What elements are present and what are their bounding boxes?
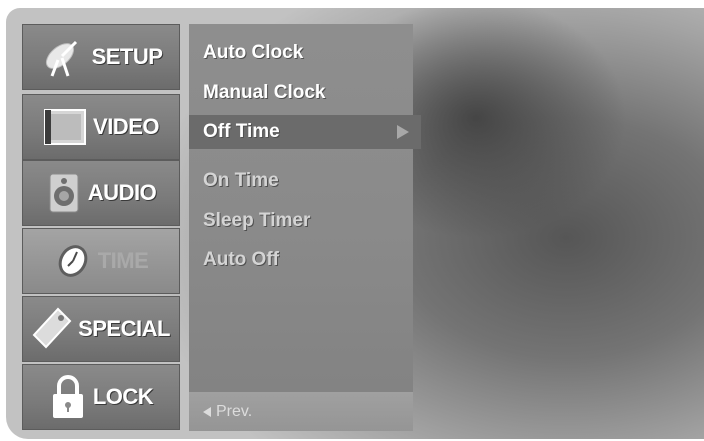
menu-label-special: SPECIAL xyxy=(78,316,170,341)
menu-label-audio: AUDIO xyxy=(87,180,157,205)
prev-button[interactable]: Prev. xyxy=(189,392,413,431)
menu-tile-special[interactable]: SPECIAL xyxy=(22,296,180,362)
submenu-item-label: On Time xyxy=(203,170,279,191)
menu-tile-time[interactable]: TIME xyxy=(22,228,180,294)
submenu-item-auto-clock[interactable]: Auto Clock xyxy=(189,36,413,70)
menu-tile-video[interactable]: VIDEO xyxy=(22,94,180,160)
menu-tile-audio[interactable]: AUDIO xyxy=(22,160,180,226)
submenu-item-label: Off Time xyxy=(203,121,280,142)
tv-screen: SETUP VIDEO AUDIO TIME SPECIAL LOCK Auto… xyxy=(6,8,704,439)
submenu-item-on-time[interactable]: On Time xyxy=(189,164,413,198)
submenu-item-label: Sleep Timer xyxy=(203,210,311,231)
menu-label-lock: LOCK xyxy=(92,384,154,409)
menu-label-setup: SETUP xyxy=(91,44,163,69)
submenu-item-manual-clock[interactable]: Manual Clock xyxy=(189,76,413,110)
prev-label: Prev. xyxy=(216,402,253,420)
screen-icon xyxy=(43,108,87,146)
padlock-icon xyxy=(49,374,87,420)
menu-label-time: TIME xyxy=(97,248,149,273)
submenu-item-label: Auto Off xyxy=(203,249,279,270)
arrow-left-icon xyxy=(203,406,211,417)
menu-tile-setup[interactable]: SETUP xyxy=(22,24,180,90)
main-menu: SETUP VIDEO AUDIO TIME SPECIAL LOCK xyxy=(22,24,180,431)
submenu-item-label: Manual Clock xyxy=(203,82,326,103)
speaker-icon xyxy=(46,172,82,214)
menu-tile-lock[interactable]: LOCK xyxy=(22,364,180,430)
tag-icon xyxy=(32,307,72,351)
clock-icon xyxy=(54,242,92,280)
menu-label-video: VIDEO xyxy=(93,114,159,139)
submenu-item-sleep-timer[interactable]: Sleep Timer xyxy=(189,204,413,238)
arrow-right-icon xyxy=(397,125,409,139)
time-submenu: Auto Clock Manual Clock Off Time On Time… xyxy=(189,24,421,431)
submenu-item-off-time[interactable]: Off Time xyxy=(189,115,421,149)
satellite-dish-icon xyxy=(40,34,86,80)
submenu-item-auto-off[interactable]: Auto Off xyxy=(189,243,413,277)
submenu-item-label: Auto Clock xyxy=(203,42,304,63)
